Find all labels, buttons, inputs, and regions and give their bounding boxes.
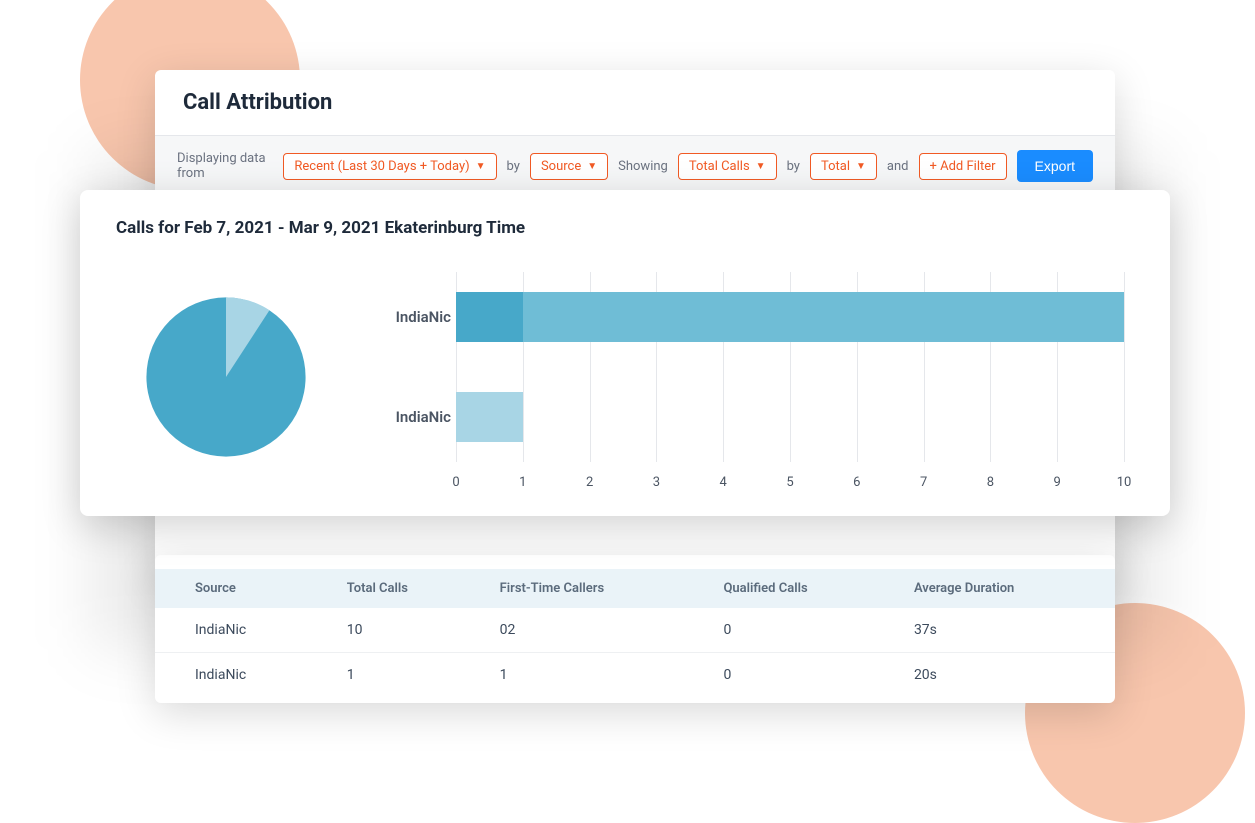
- x-tick: 8: [987, 475, 994, 490]
- chevron-down-icon: ▼: [756, 161, 766, 172]
- cell-duration: 37s: [898, 608, 1115, 653]
- col-first[interactable]: First-Time Callers: [484, 569, 708, 608]
- filter-by-label-2: by: [787, 159, 800, 174]
- cell-first: 02: [484, 608, 708, 653]
- x-tick: 5: [786, 475, 793, 490]
- bar-2-segment: [456, 392, 523, 442]
- x-tick: 1: [519, 475, 526, 490]
- add-filter-button[interactable]: + Add Filter: [919, 153, 1007, 180]
- x-tick: 3: [653, 475, 660, 490]
- x-tick: 6: [853, 475, 860, 490]
- x-tick: 0: [452, 475, 459, 490]
- cell-source: IndiaNic: [155, 653, 331, 698]
- export-button[interactable]: Export: [1017, 150, 1093, 182]
- col-total[interactable]: Total Calls: [331, 569, 484, 608]
- data-table-panel: Source Total Calls First-Time Callers Qu…: [155, 555, 1115, 703]
- add-filter-label: + Add Filter: [930, 159, 996, 174]
- filter-showing-label: Showing: [618, 159, 668, 174]
- bar-row-1: IndiaNic: [456, 292, 1124, 342]
- bar-1-segment-a: [456, 292, 523, 342]
- table-row[interactable]: IndiaNic 1 1 0 20s: [155, 653, 1115, 698]
- x-tick: 2: [586, 475, 593, 490]
- page-title: Call Attribution: [183, 90, 1087, 115]
- bar-plot-area: IndiaNic IndiaNic 0 1 2 3 4 5 6 7 8: [456, 272, 1124, 462]
- filter-prefix-text: Displaying data from: [177, 151, 273, 181]
- col-qualified[interactable]: Qualified Calls: [707, 569, 897, 608]
- table-header-row: Source Total Calls First-Time Callers Qu…: [155, 569, 1115, 608]
- bar-label-1: IndiaNic: [376, 308, 451, 326]
- x-tick: 7: [920, 475, 927, 490]
- filter-and-label: and: [887, 159, 909, 174]
- col-duration[interactable]: Average Duration: [898, 569, 1115, 608]
- cell-qualified: 0: [707, 608, 897, 653]
- filter-by-label-1: by: [507, 159, 520, 174]
- filter-bar: Displaying data from Recent (Last 30 Day…: [155, 136, 1115, 196]
- bar-row-2: IndiaNic: [456, 392, 1124, 442]
- chart-title: Calls for Feb 7, 2021 - Mar 9, 2021 Ekat…: [116, 218, 1134, 238]
- cell-qualified: 0: [707, 653, 897, 698]
- source-label: Source: [541, 159, 581, 174]
- x-tick: 9: [1054, 475, 1061, 490]
- x-tick: 10: [1117, 475, 1132, 490]
- date-range-dropdown[interactable]: Recent (Last 30 Days + Today) ▼: [283, 153, 496, 180]
- aggregate-dropdown[interactable]: Total ▼: [810, 153, 877, 180]
- chart-panel: Calls for Feb 7, 2021 - Mar 9, 2021 Ekat…: [80, 190, 1170, 516]
- data-table: Source Total Calls First-Time Callers Qu…: [155, 569, 1115, 697]
- chevron-down-icon: ▼: [476, 161, 486, 172]
- bar-label-2: IndiaNic: [376, 408, 451, 426]
- metric-dropdown[interactable]: Total Calls ▼: [678, 153, 777, 180]
- pie-chart: [116, 262, 336, 492]
- metric-label: Total Calls: [689, 159, 750, 174]
- chevron-down-icon: ▼: [587, 161, 597, 172]
- cell-total: 10: [331, 608, 484, 653]
- cell-duration: 20s: [898, 653, 1115, 698]
- chevron-down-icon: ▼: [856, 161, 866, 172]
- bar-chart: IndiaNic IndiaNic 0 1 2 3 4 5 6 7 8: [376, 262, 1134, 492]
- cell-first: 1: [484, 653, 708, 698]
- panel-header: Call Attribution: [155, 70, 1115, 136]
- table-row[interactable]: IndiaNic 10 02 0 37s: [155, 608, 1115, 653]
- date-range-label: Recent (Last 30 Days + Today): [294, 159, 469, 174]
- aggregate-label: Total: [821, 159, 850, 174]
- cell-source: IndiaNic: [155, 608, 331, 653]
- bar-1-segment-b: [523, 292, 1124, 342]
- source-dropdown[interactable]: Source ▼: [530, 153, 608, 180]
- cell-total: 1: [331, 653, 484, 698]
- x-tick: 4: [720, 475, 727, 490]
- col-source[interactable]: Source: [155, 569, 331, 608]
